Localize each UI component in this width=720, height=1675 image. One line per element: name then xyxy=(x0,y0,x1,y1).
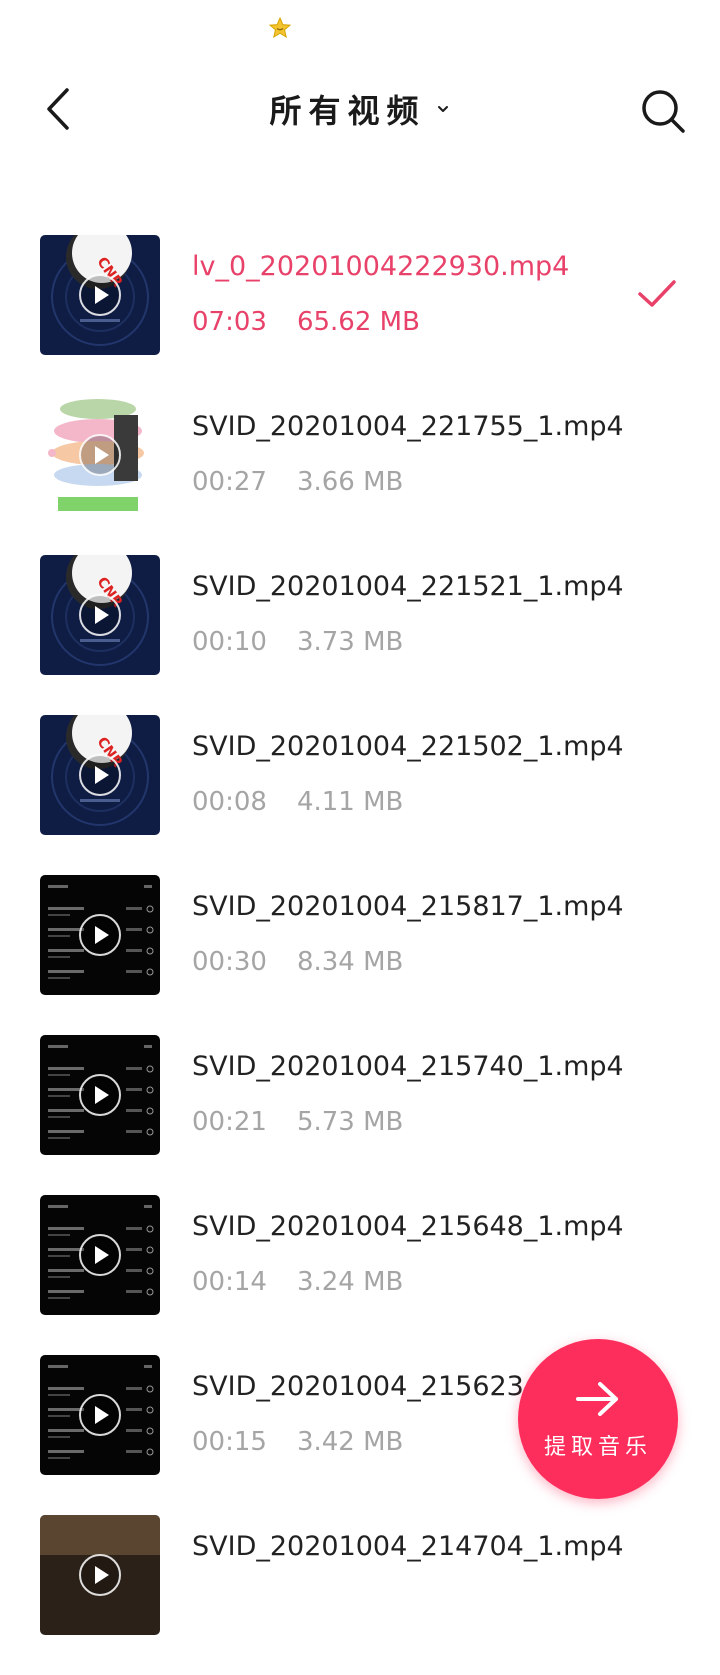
video-info: SVID_20201004_215740_1.mp4 00:21 5.73 MB xyxy=(192,1049,622,1139)
video-thumbnail xyxy=(40,395,160,515)
video-list-item[interactable]: SVID_20201004_215648_1.mp4 00:14 3.24 MB xyxy=(0,1195,720,1355)
play-icon xyxy=(79,1074,121,1116)
checkmark-icon xyxy=(638,280,676,307)
video-size: 4.11 MB xyxy=(296,787,404,817)
video-duration: 00:30 xyxy=(192,947,267,977)
video-duration: 07:03 xyxy=(192,307,267,337)
video-filename: SVID_20201004_221502_1.mp4 xyxy=(192,731,622,762)
play-icon xyxy=(79,1554,121,1596)
play-icon xyxy=(79,754,121,796)
video-list-item[interactable]: SVID_20201004_215740_1.mp4 00:21 5.73 MB xyxy=(0,1035,720,1195)
video-info: SVID_20201004_221755_1.mp4 00:27 3.66 MB xyxy=(192,409,622,499)
video-info: lv_0_20201004222930.mp4 07:03 65.62 MB xyxy=(192,249,622,339)
video-thumbnail xyxy=(40,1035,160,1155)
video-thumbnail xyxy=(40,1515,160,1635)
star-badge-icon xyxy=(268,16,292,40)
video-meta: 00:08 4.11 MB xyxy=(192,785,622,819)
video-meta xyxy=(192,1585,622,1619)
video-list-item[interactable]: SVID_20201004_215817_1.mp4 00:30 8.34 MB xyxy=(0,875,720,1035)
arrow-right-icon xyxy=(576,1382,618,1416)
play-icon xyxy=(79,1234,121,1276)
video-size: 5.73 MB xyxy=(296,1107,404,1137)
video-list-item[interactable]: CNR SVID_20201004_221502_1.mp4 00:08 4.11 M… xyxy=(0,715,720,875)
top-app-bar: 所有视频 xyxy=(0,62,720,154)
video-list-item[interactable]: SVID_20201004_214704_1.mp4 xyxy=(0,1515,720,1675)
video-list-item[interactable]: CNR lv_0_20201004222930.mp4 07:03 65.62 MB xyxy=(0,235,720,395)
play-icon xyxy=(79,594,121,636)
video-duration: 00:21 xyxy=(192,1107,267,1137)
chevron-down-icon xyxy=(437,106,448,112)
video-info: SVID_20201004_221521_1.mp4 00:10 3.73 MB xyxy=(192,569,622,659)
video-filename: lv_0_20201004222930.mp4 xyxy=(192,251,570,282)
video-duration: 00:14 xyxy=(192,1267,267,1297)
video-filename: SVID_20201004_221521_1.mp4 xyxy=(192,571,622,602)
video-info: SVID_20201004_221502_1.mp4 00:08 4.11 MB xyxy=(192,729,622,819)
video-filename: SVID_20201004_214704_1.mp4 xyxy=(192,1531,622,1562)
video-filename: SVID_20201004_215740_1.mp4 xyxy=(192,1051,622,1082)
video-meta: 00:21 5.73 MB xyxy=(192,1105,622,1139)
video-meta: 00:30 8.34 MB xyxy=(192,945,622,979)
search-button[interactable] xyxy=(638,86,688,136)
video-meta: 00:27 3.66 MB xyxy=(192,465,622,499)
video-filename: SVID_20201004_215648_1.mp4 xyxy=(192,1211,622,1242)
video-meta: 07:03 65.62 MB xyxy=(192,305,622,339)
video-size: 3.73 MB xyxy=(296,627,404,657)
video-size: 3.42 MB xyxy=(296,1427,404,1457)
video-thumbnail xyxy=(40,1355,160,1475)
video-size: 3.24 MB xyxy=(296,1267,404,1297)
video-filename: SVID_20201004_221755_1.mp4 xyxy=(192,411,622,442)
play-icon xyxy=(79,1394,121,1436)
video-duration: 00:08 xyxy=(192,787,267,817)
video-meta: 00:14 3.24 MB xyxy=(192,1265,622,1299)
video-size: 8.34 MB xyxy=(296,947,404,977)
extract-music-label: 提取音乐 xyxy=(543,1435,652,1460)
video-size: 65.62 MB xyxy=(296,307,420,337)
video-list-item[interactable]: CNR SVID_20201004_221521_1.mp4 00:10 3.73 M… xyxy=(0,555,720,715)
video-info: SVID_20201004_214704_1.mp4 xyxy=(192,1529,622,1619)
video-duration: 00:27 xyxy=(192,467,267,497)
play-icon xyxy=(79,914,121,956)
play-icon xyxy=(79,434,121,476)
search-icon xyxy=(642,90,685,133)
video-duration: 00:15 xyxy=(192,1427,267,1457)
video-list-item[interactable]: SVID_20201004_221755_1.mp4 00:27 3.66 MB xyxy=(0,395,720,555)
video-thumbnail xyxy=(40,1195,160,1315)
folder-selector[interactable]: 所有视频 xyxy=(0,86,720,132)
video-info: SVID_20201004_215648_1.mp4 00:14 3.24 MB xyxy=(192,1209,622,1299)
extract-music-button[interactable]: 提取音乐 xyxy=(518,1339,678,1499)
video-size: 3.66 MB xyxy=(296,467,404,497)
video-thumbnail xyxy=(40,875,160,995)
video-duration: 00:10 xyxy=(192,627,267,657)
play-icon xyxy=(79,274,121,316)
video-info: SVID_20201004_215817_1.mp4 00:30 8.34 MB xyxy=(192,889,622,979)
video-meta: 00:10 3.73 MB xyxy=(192,625,622,659)
video-thumbnail: CNR xyxy=(40,715,160,835)
video-thumbnail: CNR xyxy=(40,555,160,675)
video-thumbnail: CNR xyxy=(40,235,160,355)
page-title: 所有视频 xyxy=(269,92,426,130)
video-filename: SVID_20201004_215817_1.mp4 xyxy=(192,891,622,922)
